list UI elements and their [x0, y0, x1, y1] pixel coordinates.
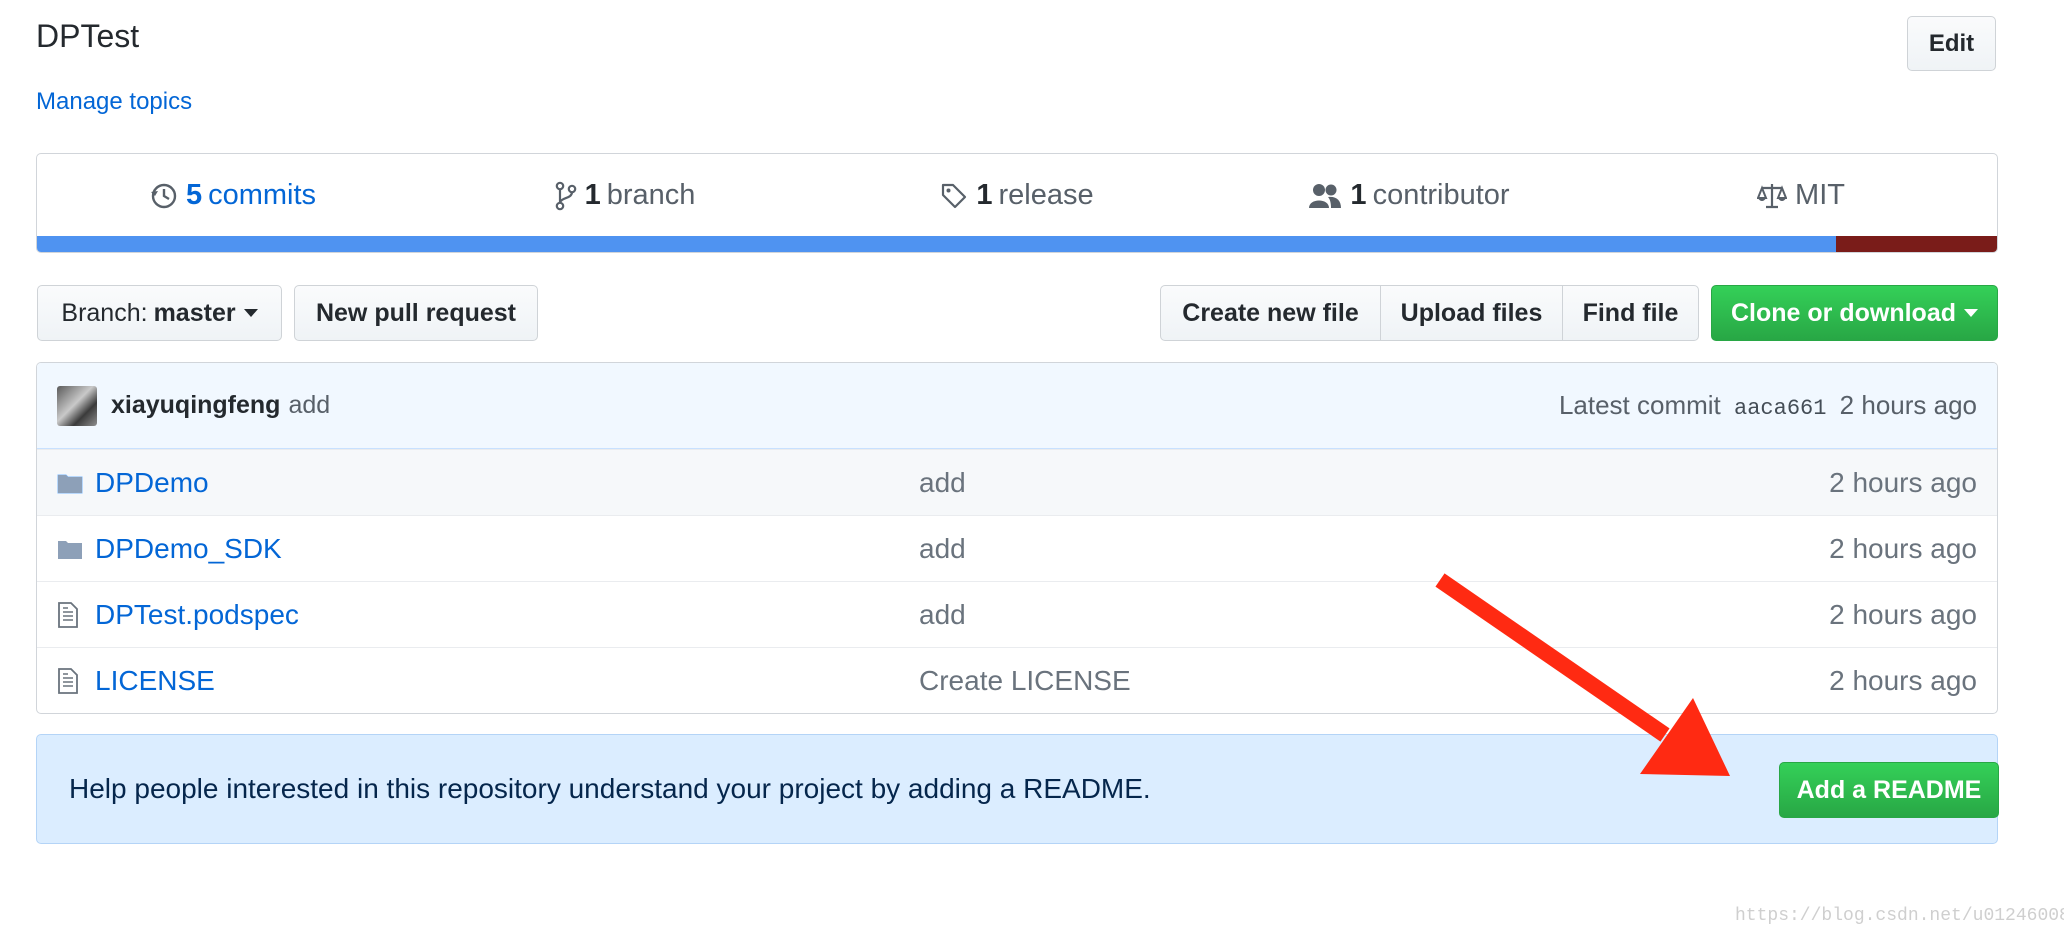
branch-name: master [153, 298, 236, 327]
file-list: xiayuqingfeng add Latest commit aaca661 … [36, 362, 1998, 714]
commit-message[interactable]: add [288, 391, 330, 420]
edit-button[interactable]: Edit [1907, 16, 1996, 71]
branches-link[interactable]: 1 branch [429, 179, 821, 212]
clone-or-download-button[interactable]: Clone or download [1711, 285, 1998, 341]
manage-topics-link[interactable]: Manage topics [36, 88, 192, 116]
file-age: 2 hours ago [1829, 532, 1977, 564]
tag-icon [942, 183, 967, 208]
latest-commit: Latest commit aaca661 2 hours ago [1559, 390, 1977, 421]
caret-down-icon [243, 309, 258, 317]
commit-tease: xiayuqingfeng add Latest commit aaca661 … [37, 363, 1997, 449]
file-commit-message[interactable]: add [919, 533, 1829, 565]
file-commit-message[interactable]: Create LICENSE [919, 665, 1829, 697]
latest-commit-label: Latest commit [1558, 390, 1721, 420]
license-link[interactable]: MIT [1605, 179, 1997, 212]
file-navigation-group: Create new file Upload files Find file [1160, 285, 1699, 341]
readme-banner: Help people interested in this repositor… [36, 734, 1999, 844]
releases-label: release [998, 179, 1094, 211]
file-icon [57, 601, 85, 629]
branches-label: branch [606, 179, 696, 211]
people-icon [1309, 183, 1342, 208]
law-icon [1757, 183, 1788, 208]
history-icon [150, 183, 177, 208]
table-row[interactable]: LICENSE Create LICENSE 2 hours ago [37, 647, 1997, 713]
branches-count: 1 [584, 179, 601, 211]
create-new-file-button[interactable]: Create new file [1160, 285, 1381, 341]
commits-link[interactable]: 5 commits [37, 179, 429, 212]
commit-author[interactable]: xiayuqingfeng [111, 391, 280, 420]
watermark: https://blog.csdn.net/u012460084 [1735, 906, 2064, 926]
releases-count: 1 [976, 179, 993, 211]
commit-age: 2 hours ago [1839, 390, 1977, 420]
upload-files-button[interactable]: Upload files [1379, 285, 1564, 341]
git-branch-icon [555, 181, 576, 210]
releases-link[interactable]: 1 release [821, 179, 1213, 212]
language-bar-secondary[interactable] [1836, 236, 1997, 252]
file-age: 2 hours ago [1829, 598, 1977, 630]
avatar[interactable] [57, 385, 97, 426]
table-row[interactable]: DPDemo add 2 hours ago [37, 449, 1997, 515]
contributors-link[interactable]: 1 contributor [1213, 179, 1605, 212]
commits-count: 5 [185, 179, 203, 211]
readme-prompt-text: Help people interested in this repositor… [69, 773, 1151, 804]
repo-title: DPTest [36, 18, 140, 54]
file-name[interactable]: DPDemo [95, 467, 919, 499]
file-age: 2 hours ago [1829, 664, 1977, 696]
file-commit-message[interactable]: add [919, 599, 1829, 631]
branch-prefix: Branch: [61, 298, 148, 327]
caret-down-icon [1964, 309, 1978, 317]
file-age: 2 hours ago [1829, 466, 1977, 498]
contributors-count: 1 [1350, 179, 1367, 211]
file-name[interactable]: DPDemo_SDK [95, 533, 919, 565]
language-bar-primary[interactable] [37, 236, 1837, 252]
table-row[interactable]: DPTest.podspec add 2 hours ago [37, 581, 1997, 647]
clone-label: Clone or download [1731, 298, 1956, 327]
new-pull-request-button[interactable]: New pull request [294, 285, 538, 341]
branch-select-button[interactable]: Branch: master [37, 285, 282, 341]
numbers-summary: 5 commits 1 branch 1 release 1 contribut… [36, 153, 1998, 253]
language-bar[interactable] [37, 236, 1997, 252]
contributors-label: contributor [1372, 179, 1510, 211]
add-readme-button[interactable]: Add a README [1779, 762, 1999, 818]
file-name[interactable]: LICENSE [95, 665, 919, 697]
file-name[interactable]: DPTest.podspec [95, 599, 919, 631]
commit-sha[interactable]: aaca661 [1734, 396, 1826, 421]
license-label: MIT [1795, 179, 1845, 211]
numbers-row: 5 commits 1 branch 1 release 1 contribut… [37, 154, 1997, 237]
folder-icon [57, 472, 85, 494]
file-icon [57, 667, 85, 695]
find-file-button[interactable]: Find file [1562, 285, 1699, 341]
commits-label: commits [208, 179, 317, 211]
folder-icon [57, 538, 85, 560]
file-commit-message[interactable]: add [919, 467, 1829, 499]
table-row[interactable]: DPDemo_SDK add 2 hours ago [37, 515, 1997, 581]
